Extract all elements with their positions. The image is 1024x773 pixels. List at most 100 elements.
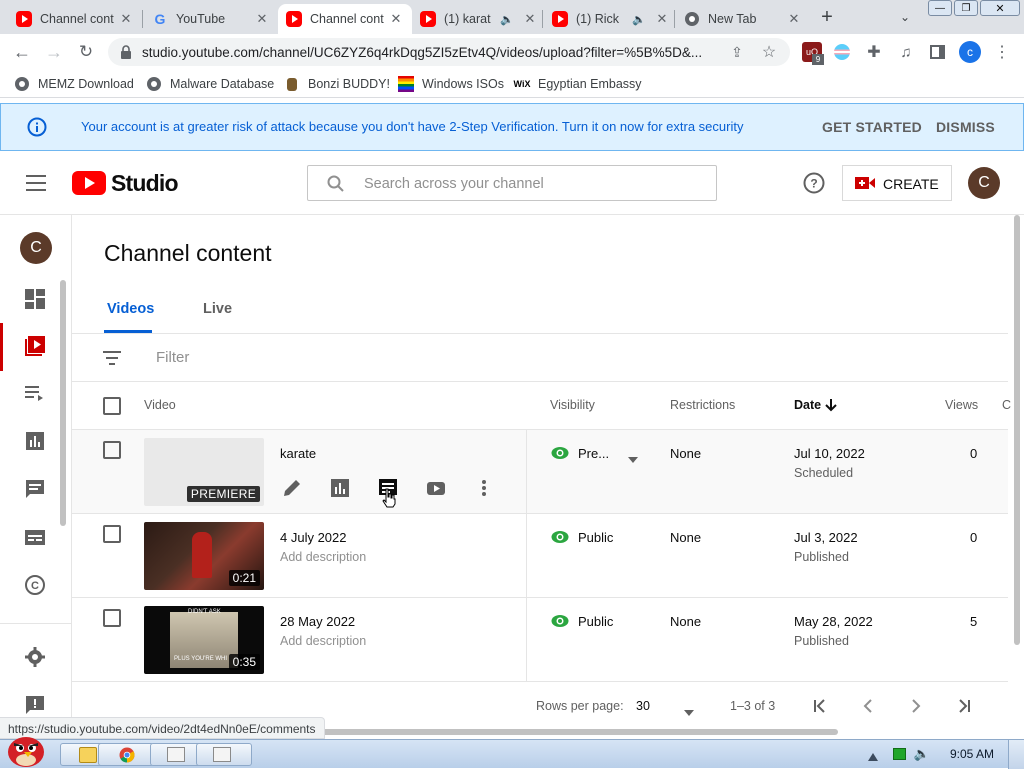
- back-arrow-icon[interactable]: ←: [12, 42, 32, 62]
- angry-bird-start-icon[interactable]: [2, 730, 50, 768]
- video-description[interactable]: Add description: [280, 634, 366, 648]
- youtube-studio-logo[interactable]: Studio: [72, 169, 179, 197]
- video-thumbnail[interactable]: DIDN'T ASK PLUS YOU'RE WHI 0:35: [144, 606, 264, 674]
- tab-search-icon[interactable]: ⌄: [896, 8, 914, 26]
- dropdown-arrow-icon[interactable]: [684, 703, 694, 716]
- speaker-icon[interactable]: 🔈: [632, 13, 646, 26]
- visibility-value[interactable]: Public: [578, 530, 613, 545]
- playlists-icon[interactable]: [24, 382, 48, 406]
- share-icon[interactable]: ⇪: [728, 43, 746, 61]
- lock-icon[interactable]: [118, 44, 134, 60]
- browser-tab[interactable]: G YouTube ✕: [144, 4, 278, 34]
- close-icon[interactable]: ✕: [654, 11, 670, 27]
- copyright-icon[interactable]: C: [24, 574, 48, 598]
- visibility-value[interactable]: Public: [578, 614, 613, 629]
- hamburger-menu-icon[interactable]: [26, 175, 46, 191]
- forward-arrow-icon[interactable]: →: [44, 42, 64, 62]
- content-icon[interactable]: [24, 335, 48, 359]
- address-bar[interactable]: studio.youtube.com/channel/UC6ZYZ6q4rkDq…: [108, 38, 790, 66]
- taskbar-app-button[interactable]: [196, 743, 252, 766]
- bookmark-star-icon[interactable]: ☆: [760, 43, 778, 61]
- create-button[interactable]: CREATE: [842, 165, 952, 201]
- tab-videos[interactable]: Videos: [107, 301, 154, 317]
- url-text[interactable]: studio.youtube.com/channel/UC6ZYZ6q4rkDq…: [142, 45, 722, 60]
- bookmark-item[interactable]: Bonzi BUDDY!: [284, 76, 390, 92]
- show-desktop-button[interactable]: [1008, 740, 1024, 769]
- search-input[interactable]: Search across your channel: [307, 165, 717, 201]
- profile-avatar[interactable]: c: [959, 41, 981, 63]
- previous-page-icon[interactable]: [860, 698, 876, 714]
- restore-icon[interactable]: ❐: [954, 0, 978, 16]
- bookmark-item[interactable]: MEMZ Download: [14, 76, 134, 92]
- video-thumbnail[interactable]: 0:21: [144, 522, 264, 590]
- system-clock[interactable]: 9:05 AM: [950, 747, 994, 761]
- video-title[interactable]: karate: [280, 446, 316, 461]
- youtube-play-icon[interactable]: [426, 478, 446, 498]
- reload-icon[interactable]: ↻: [76, 42, 96, 62]
- kebab-menu-icon[interactable]: ⋮: [994, 42, 1010, 62]
- subtitles-icon[interactable]: [24, 526, 48, 550]
- extensions-puzzle-icon[interactable]: ✚: [864, 42, 884, 62]
- account-avatar[interactable]: C: [968, 167, 1000, 199]
- more-options-icon[interactable]: [478, 478, 490, 498]
- taskbar-chrome-button[interactable]: [98, 743, 154, 766]
- browser-tab[interactable]: New Tab ✕: [676, 4, 810, 34]
- row-checkbox[interactable]: [103, 441, 121, 459]
- help-icon[interactable]: ?: [803, 172, 825, 194]
- speaker-icon[interactable]: 🔈: [500, 13, 514, 26]
- filter-label[interactable]: Filter: [156, 349, 189, 366]
- bookmark-item[interactable]: WiX Egyptian Embassy: [514, 76, 642, 92]
- browser-tab[interactable]: Channel cont ✕: [8, 4, 142, 34]
- close-icon[interactable]: ✕: [118, 11, 134, 27]
- media-control-icon[interactable]: ♫: [896, 42, 916, 62]
- close-icon[interactable]: ✕: [522, 11, 538, 27]
- bookmark-item[interactable]: Windows ISOs: [398, 76, 504, 92]
- tab-live[interactable]: Live: [203, 301, 232, 317]
- analytics-icon[interactable]: [24, 430, 48, 454]
- new-tab-button[interactable]: +: [816, 6, 838, 28]
- close-icon[interactable]: ✕: [786, 11, 802, 27]
- minimize-icon[interactable]: —: [928, 0, 952, 16]
- select-all-checkbox[interactable]: [103, 397, 121, 415]
- column-header-date[interactable]: Date: [794, 398, 821, 412]
- get-started-button[interactable]: GET STARTED: [822, 119, 922, 135]
- side-panel-icon[interactable]: [930, 45, 945, 59]
- row-checkbox[interactable]: [103, 609, 121, 627]
- flag-extension-icon[interactable]: [834, 44, 850, 60]
- row-checkbox[interactable]: [103, 525, 121, 543]
- visibility-value[interactable]: Pre...: [578, 446, 609, 461]
- comments-icon[interactable]: [24, 478, 48, 502]
- vertical-scrollbar[interactable]: [1014, 215, 1020, 645]
- sort-arrow-down-icon[interactable]: [824, 398, 838, 412]
- browser-tab[interactable]: (1) karat 🔈 ✕: [412, 4, 546, 34]
- close-icon[interactable]: ✕: [388, 11, 404, 27]
- volume-icon[interactable]: 🔈: [912, 744, 932, 764]
- first-page-icon[interactable]: [812, 698, 828, 714]
- video-title[interactable]: 4 July 2022: [280, 530, 347, 545]
- network-tray-icon[interactable]: [893, 748, 906, 760]
- channel-avatar[interactable]: C: [20, 232, 52, 264]
- rows-per-page-label: Rows per page:: [536, 699, 624, 713]
- video-description[interactable]: Add description: [280, 550, 366, 564]
- dismiss-button[interactable]: DISMISS: [936, 119, 995, 135]
- filter-bar[interactable]: Filter: [72, 334, 1008, 382]
- video-thumbnail[interactable]: PREMIERE: [144, 438, 264, 506]
- edit-pencil-icon[interactable]: [282, 478, 302, 498]
- dropdown-arrow-icon[interactable]: [628, 450, 638, 463]
- tray-expand-icon[interactable]: [868, 748, 878, 761]
- rows-per-page-select[interactable]: 30: [636, 699, 650, 713]
- bookmark-item[interactable]: Malware Database: [146, 76, 274, 92]
- browser-tab-active[interactable]: Channel cont ✕: [278, 4, 412, 34]
- video-title[interactable]: 28 May 2022: [280, 614, 355, 629]
- dashboard-icon[interactable]: [24, 288, 48, 312]
- next-page-icon[interactable]: [908, 698, 924, 714]
- settings-gear-icon[interactable]: [24, 646, 48, 670]
- browser-tab[interactable]: (1) Rick 🔈 ✕: [544, 4, 678, 34]
- close-window-icon[interactable]: ✕: [980, 0, 1020, 16]
- filter-icon[interactable]: [103, 351, 121, 365]
- close-icon[interactable]: ✕: [254, 11, 270, 27]
- nav-scrollbar[interactable]: [60, 280, 66, 526]
- last-page-icon[interactable]: [956, 698, 972, 714]
- feedback-icon[interactable]: [24, 694, 48, 718]
- analytics-icon[interactable]: [330, 478, 350, 498]
